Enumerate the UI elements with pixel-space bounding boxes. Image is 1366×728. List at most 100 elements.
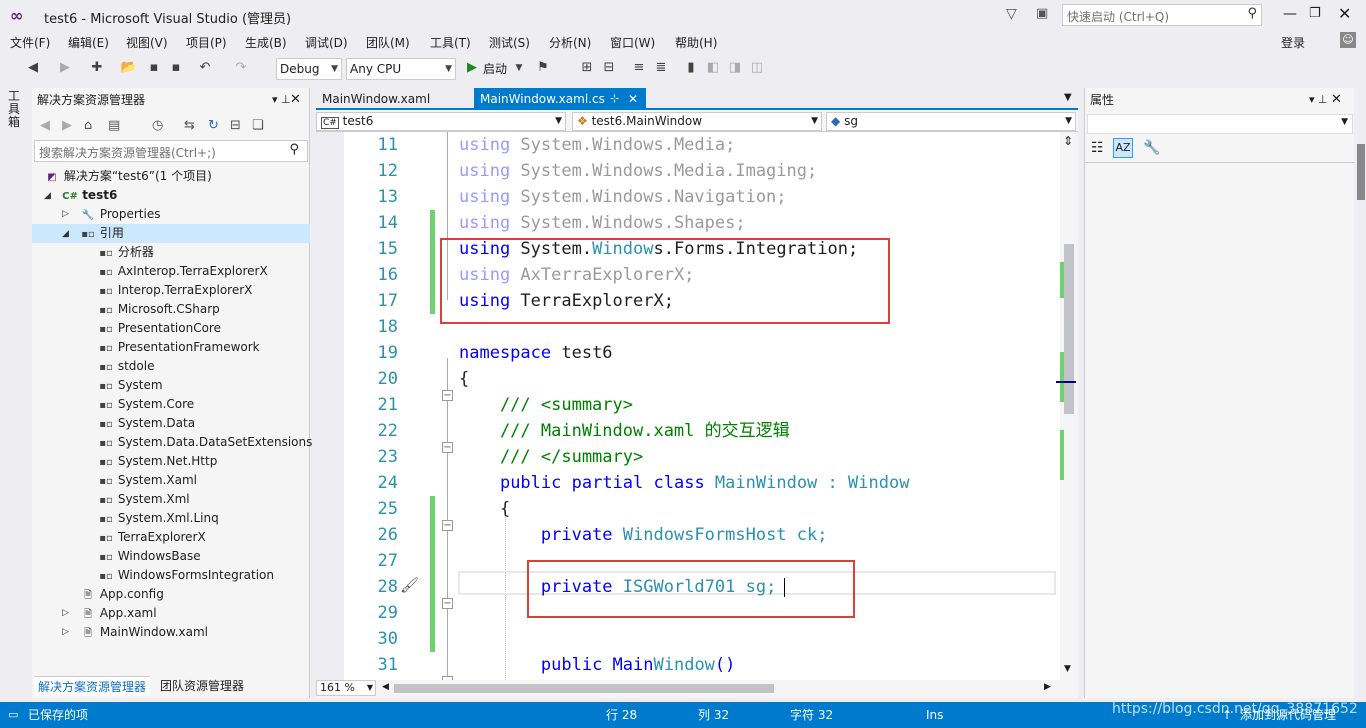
forward-icon[interactable]: ▶ [62, 118, 72, 133]
restore-button[interactable]: ❐ [1309, 6, 1321, 21]
tab-mainwindow-xaml[interactable]: MainWindow.xaml [316, 88, 436, 110]
toolbox-tab[interactable]: 工具箱 [8, 90, 22, 129]
tree-ref-item[interactable]: ▪▫ WindowsBase [98, 547, 200, 566]
new-project-icon[interactable]: ✚ [88, 59, 106, 77]
tree-solution[interactable]: ◩ 解决方案“test6”(1 个项目) [44, 167, 212, 186]
code-editor[interactable]: 11 using System.Windows.Media; 12 using Sy… [316, 132, 1060, 680]
start-icon[interactable]: ▶ [463, 59, 481, 77]
tree-ref-item[interactable]: ▪▫ Microsoft.CSharp [98, 300, 220, 319]
property-pages-icon[interactable]: 🔧 [1143, 140, 1160, 156]
tree-ref-item[interactable]: ▪▫ System.Data [98, 414, 195, 433]
clear-bookmark-icon[interactable]: ◫ [748, 59, 766, 77]
menu-window[interactable]: 窗口(W) [610, 34, 655, 51]
next-bookmark-icon[interactable]: ◨ [726, 59, 744, 77]
save-icon[interactable]: ▪ [145, 59, 163, 77]
tab-mainwindow-xaml-cs[interactable]: MainWindow.xaml.cs ⊹ ✕ [474, 88, 646, 110]
menu-build[interactable]: 生成(B) [245, 34, 287, 51]
pin-icon[interactable]: ⊹ [610, 88, 619, 110]
collapse-all-icon[interactable]: ⊟ [230, 118, 241, 133]
start-button-label[interactable]: 启动 [483, 60, 507, 77]
bottom-tab-solution-explorer[interactable]: 解决方案资源管理器 [34, 676, 151, 696]
close-button[interactable]: ✕ [1338, 4, 1351, 23]
tree-ref-item[interactable]: ▪▫ PresentationCore [98, 319, 221, 338]
save-all-icon[interactable]: ▪ [167, 59, 185, 77]
scroll-right-icon[interactable]: ▶ [1044, 682, 1051, 692]
open-icon[interactable]: 📂 [120, 59, 138, 77]
quick-action-icon[interactable]: 🖌 [400, 576, 419, 594]
scroll-down-icon[interactable]: ▼ [1064, 664, 1071, 674]
tree-ref-item[interactable]: ▪▫ WindowsFormsIntegration [98, 566, 274, 585]
close-icon[interactable]: ✕ [290, 88, 301, 112]
forward-icon[interactable]: ▶ [56, 59, 74, 77]
tree-project[interactable]: C# test6 [62, 186, 117, 205]
close-tab-icon[interactable]: ✕ [628, 88, 638, 110]
sync-icon[interactable]: ⇆ [184, 118, 195, 133]
fold-toggle-icon[interactable]: − [442, 598, 453, 609]
back-icon[interactable]: ◀ [24, 59, 42, 77]
menu-project[interactable]: 项目(P) [186, 34, 227, 51]
menu-debug[interactable]: 调试(D) [305, 34, 348, 51]
bottom-tab-team-explorer[interactable]: 团队资源管理器 [156, 676, 248, 696]
expand-arrow-icon[interactable]: ▷ [62, 627, 69, 637]
filter-icon[interactable]: ▽ [1006, 6, 1017, 22]
close-icon[interactable]: ✕ [1331, 88, 1342, 112]
menu-test[interactable]: 测试(S) [489, 34, 530, 51]
scroll-left-icon[interactable]: ◀ [382, 682, 389, 692]
tree-file-app-xaml[interactable]: 🗎 App.xaml [80, 604, 157, 623]
tree-file-mainwindow-xaml[interactable]: 🗎 MainWindow.xaml [80, 623, 208, 642]
tree-ref-item[interactable]: ▪▫ System.Core [98, 395, 194, 414]
redo-icon[interactable]: ↷ [232, 59, 250, 77]
scrollbar-thumb[interactable] [1064, 244, 1074, 414]
tree-ref-item[interactable]: ▪▫ System.Net.Http [98, 452, 217, 471]
platform-select[interactable]: Any CPU ▼ [346, 58, 456, 80]
step-icon[interactable]: ⊟ [600, 59, 618, 77]
home-icon[interactable]: ⌂ [84, 118, 92, 133]
expand-arrow-icon[interactable]: ◢ [44, 191, 51, 201]
quick-launch-input[interactable]: 快速启动 (Ctrl+Q) ⚲ [1062, 4, 1262, 26]
solution-search-input[interactable]: 搜索解决方案资源管理器(Ctrl+;) ⚲ [34, 140, 308, 162]
menu-help[interactable]: 帮助(H) [675, 34, 717, 51]
expand-arrow-icon[interactable]: ▷ [62, 608, 69, 618]
expand-arrow-icon[interactable]: ▷ [62, 209, 69, 219]
tree-ref-item[interactable]: ▪▫ stdole [98, 357, 154, 376]
uncomment-icon[interactable]: ≣ [652, 59, 670, 77]
tree-file-app-config[interactable]: 🗎 App.config [80, 585, 164, 604]
dropdown-arrow-icon[interactable]: ▼ [510, 59, 528, 77]
config-select[interactable]: Debug ▼ [276, 58, 342, 80]
back-icon[interactable]: ◀ [40, 118, 50, 133]
tree-references[interactable]: ▪▫ 引用 [80, 224, 124, 243]
tree-ref-item[interactable]: ▪▫ PresentationFramework [98, 338, 259, 357]
tree-ref-item[interactable]: ▪▫ TerraExplorerX [98, 528, 205, 547]
bookmark-icon[interactable]: ▮ [682, 59, 700, 77]
menu-analyze[interactable]: 分析(N) [549, 34, 591, 51]
zoom-select[interactable]: 161 % ▼ [316, 680, 376, 696]
menu-view[interactable]: 视图(V) [126, 34, 168, 51]
menu-file[interactable]: 文件(F) [10, 34, 50, 51]
fold-toggle-icon[interactable]: − [442, 390, 453, 401]
solution-configs-icon[interactable]: ⊞ [578, 59, 596, 77]
tree-ref-item[interactable]: ▪▫ System.Xml.Linq [98, 509, 218, 528]
properties-selector[interactable]: ▼ [1087, 114, 1353, 134]
undo-icon[interactable]: ↶ [196, 59, 214, 77]
expand-arrow-icon[interactable]: ◢ [62, 229, 69, 239]
project-nav-select[interactable]: C# test6 ▼ [316, 112, 566, 131]
pin-icon[interactable]: ▾ ⊥ [1309, 88, 1328, 112]
pending-changes-icon[interactable]: ◷ [152, 118, 163, 133]
vertical-scrollbar[interactable]: ⇕ ▼ [1056, 132, 1078, 680]
browser-link-icon[interactable]: ⚑ [534, 59, 552, 77]
fold-toggle-icon[interactable]: − [442, 520, 453, 531]
properties-scrollbar-thumb[interactable] [1357, 144, 1365, 200]
tree-ref-item[interactable]: ▪▫ System.Data.DataSetExtensions [98, 433, 312, 452]
tree-ref-item[interactable]: ▪▫ 分析器 [98, 243, 154, 262]
alphabetical-icon[interactable]: AZ [1113, 138, 1133, 158]
show-all-files-icon[interactable]: ❏ [252, 118, 264, 133]
minimize-button[interactable]: — [1283, 6, 1297, 22]
account-icon[interactable]: ☺ [1340, 32, 1356, 48]
tree-ref-item[interactable]: ▪▫ Interop.TerraExplorerX [98, 281, 252, 300]
refresh-icon[interactable]: ↻ [208, 118, 219, 133]
categorized-icon[interactable]: ☷ [1091, 140, 1104, 156]
switch-views-icon[interactable]: ▤ [108, 118, 120, 133]
tab-overflow-icon[interactable]: ▼ [1064, 92, 1072, 103]
feedback-icon[interactable]: ▣ [1036, 6, 1048, 21]
split-icon[interactable]: ⇕ [1063, 134, 1073, 148]
